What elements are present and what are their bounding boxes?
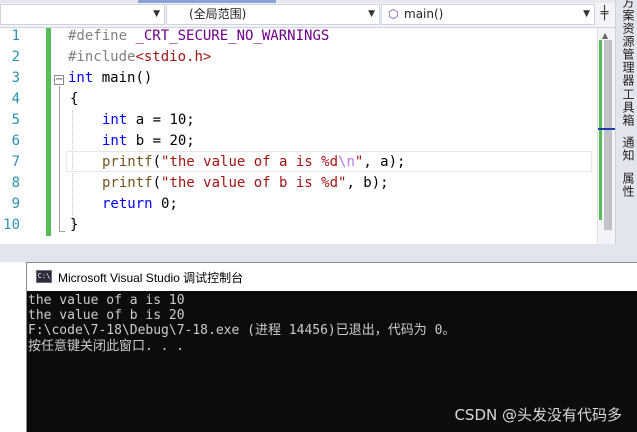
tab-properties[interactable]: 属性	[620, 172, 637, 198]
macro-name: _CRT_SECURE_NO_WARNINGS	[135, 28, 330, 44]
code-line-9[interactable]: return 0;	[102, 196, 178, 212]
member-dropdown-value: main()	[404, 7, 444, 21]
chevron-down-icon: ▼	[583, 9, 590, 19]
line-number: 1	[11, 28, 20, 44]
code-text: , a);	[363, 154, 406, 170]
debug-console-window[interactable]: C:\ Microsoft Visual Studio 调试控制台 the va…	[26, 262, 637, 432]
line-number: 5	[11, 112, 20, 128]
code-text: , b);	[346, 175, 389, 191]
scope-dropdown[interactable]: (全局范围) ▼	[166, 4, 380, 25]
scrollbar-change-marker	[599, 40, 602, 220]
preprocessor-directive: #include	[68, 49, 136, 65]
include-header: <stdio.h>	[135, 49, 212, 65]
tool-window-strip: 解决方案资源管理器 工具箱 通知 属性	[615, 0, 637, 262]
chevron-down-icon: ▼	[368, 9, 375, 19]
preprocessor-directive: #define	[68, 28, 136, 44]
split-window-icon[interactable]: ╪	[596, 4, 613, 25]
scope-dropdown-value: (全局范围)	[189, 7, 247, 21]
line-number-gutter: 1 2 3 4 5 6 7 8 9 10	[0, 28, 32, 244]
code-text: (	[152, 154, 162, 170]
line-number: 7	[11, 154, 20, 170]
watermark-text: CSDN @头发没有代码多	[454, 406, 622, 424]
string-literal: "the value of a is %d	[161, 154, 339, 170]
code-text: 0;	[152, 196, 178, 212]
code-line-6[interactable]: int b = 20;	[102, 133, 195, 149]
line-number: 3	[11, 70, 20, 86]
tab-strip-edge	[0, 0, 615, 3]
escape-sequence: \n	[338, 154, 355, 170]
code-text: {	[70, 91, 79, 107]
console-line: 按任意键关闭此窗口. . .	[28, 339, 185, 354]
console-app-icon: C:\	[36, 270, 52, 283]
code-line-8[interactable]: printf("the value of b is %d", b);	[102, 175, 389, 191]
member-dropdown[interactable]: ⬡ main() ▼	[381, 4, 595, 25]
editor-navigation-bar: ▼ (全局范围) ▼ ⬡ main() ▼ ╪	[0, 0, 615, 28]
code-line-10[interactable]: }	[70, 217, 78, 233]
line-number: 9	[11, 196, 20, 212]
code-text: }	[70, 217, 79, 233]
tab-notifications[interactable]: 通知	[620, 136, 637, 162]
tab-toolbox[interactable]: 工具箱	[620, 88, 637, 127]
keyword: int	[68, 70, 94, 86]
keyword: int	[102, 133, 128, 149]
function-cube-icon: ⬡	[388, 7, 399, 21]
keyword: return	[102, 196, 153, 212]
vertical-scrollbar[interactable]: ▲	[597, 28, 616, 244]
string-literal: "the value of b is %d"	[161, 175, 347, 191]
code-text: (	[152, 175, 162, 191]
line-number: 8	[11, 175, 20, 191]
active-tab-accent	[138, 0, 276, 3]
code-line-4[interactable]: {	[70, 91, 78, 107]
scrollbar-thumb[interactable]	[604, 40, 612, 230]
code-editor[interactable]: 1 2 3 4 5 6 7 8 9 10 − #define _CRT_SECU…	[0, 28, 597, 244]
collapse-toggle-icon[interactable]: −	[54, 75, 64, 85]
console-title-bar[interactable]: C:\ Microsoft Visual Studio 调试控制台	[27, 263, 637, 291]
console-output[interactable]: the value of a is 10 the value of b is 2…	[27, 291, 637, 432]
console-line: F:\code\7-18\Debug\7-18.exe (进程 14456)已退…	[28, 323, 456, 338]
console-line: the value of a is 10	[28, 293, 185, 308]
line-number: 10	[3, 217, 20, 233]
code-text: a = 10;	[127, 112, 195, 128]
function-name: printf	[102, 175, 153, 191]
scrollbar-caret-marker	[598, 128, 616, 130]
scope-bracket-line	[59, 86, 60, 232]
code-text: main()	[93, 70, 153, 86]
line-number: 2	[11, 49, 20, 65]
saved-changes-bar	[46, 28, 51, 236]
code-line-7[interactable]: printf("the value of a is %d\n", a);	[102, 154, 405, 170]
line-number: 6	[11, 133, 20, 149]
scroll-up-icon[interactable]: ▲	[602, 31, 608, 40]
code-line-5[interactable]: int a = 10;	[102, 112, 195, 128]
code-line-3[interactable]: int main()	[68, 70, 152, 86]
function-name: printf	[102, 154, 153, 170]
code-line-1[interactable]: #define _CRT_SECURE_NO_WARNINGS	[68, 28, 329, 44]
console-title: Microsoft Visual Studio 调试控制台	[58, 271, 244, 285]
keyword: int	[102, 112, 128, 128]
console-line: the value of b is 20	[28, 308, 185, 323]
tab-solution-explorer[interactable]: 解决方案资源管理器	[620, 0, 637, 87]
status-band	[0, 244, 637, 262]
chevron-down-icon: ▼	[153, 9, 160, 19]
scope-bracket-end	[59, 231, 65, 232]
code-line-2[interactable]: #include<stdio.h>	[68, 49, 211, 65]
project-dropdown[interactable]: ▼	[0, 4, 165, 25]
line-number: 4	[11, 91, 20, 107]
code-text: b = 20;	[127, 133, 195, 149]
